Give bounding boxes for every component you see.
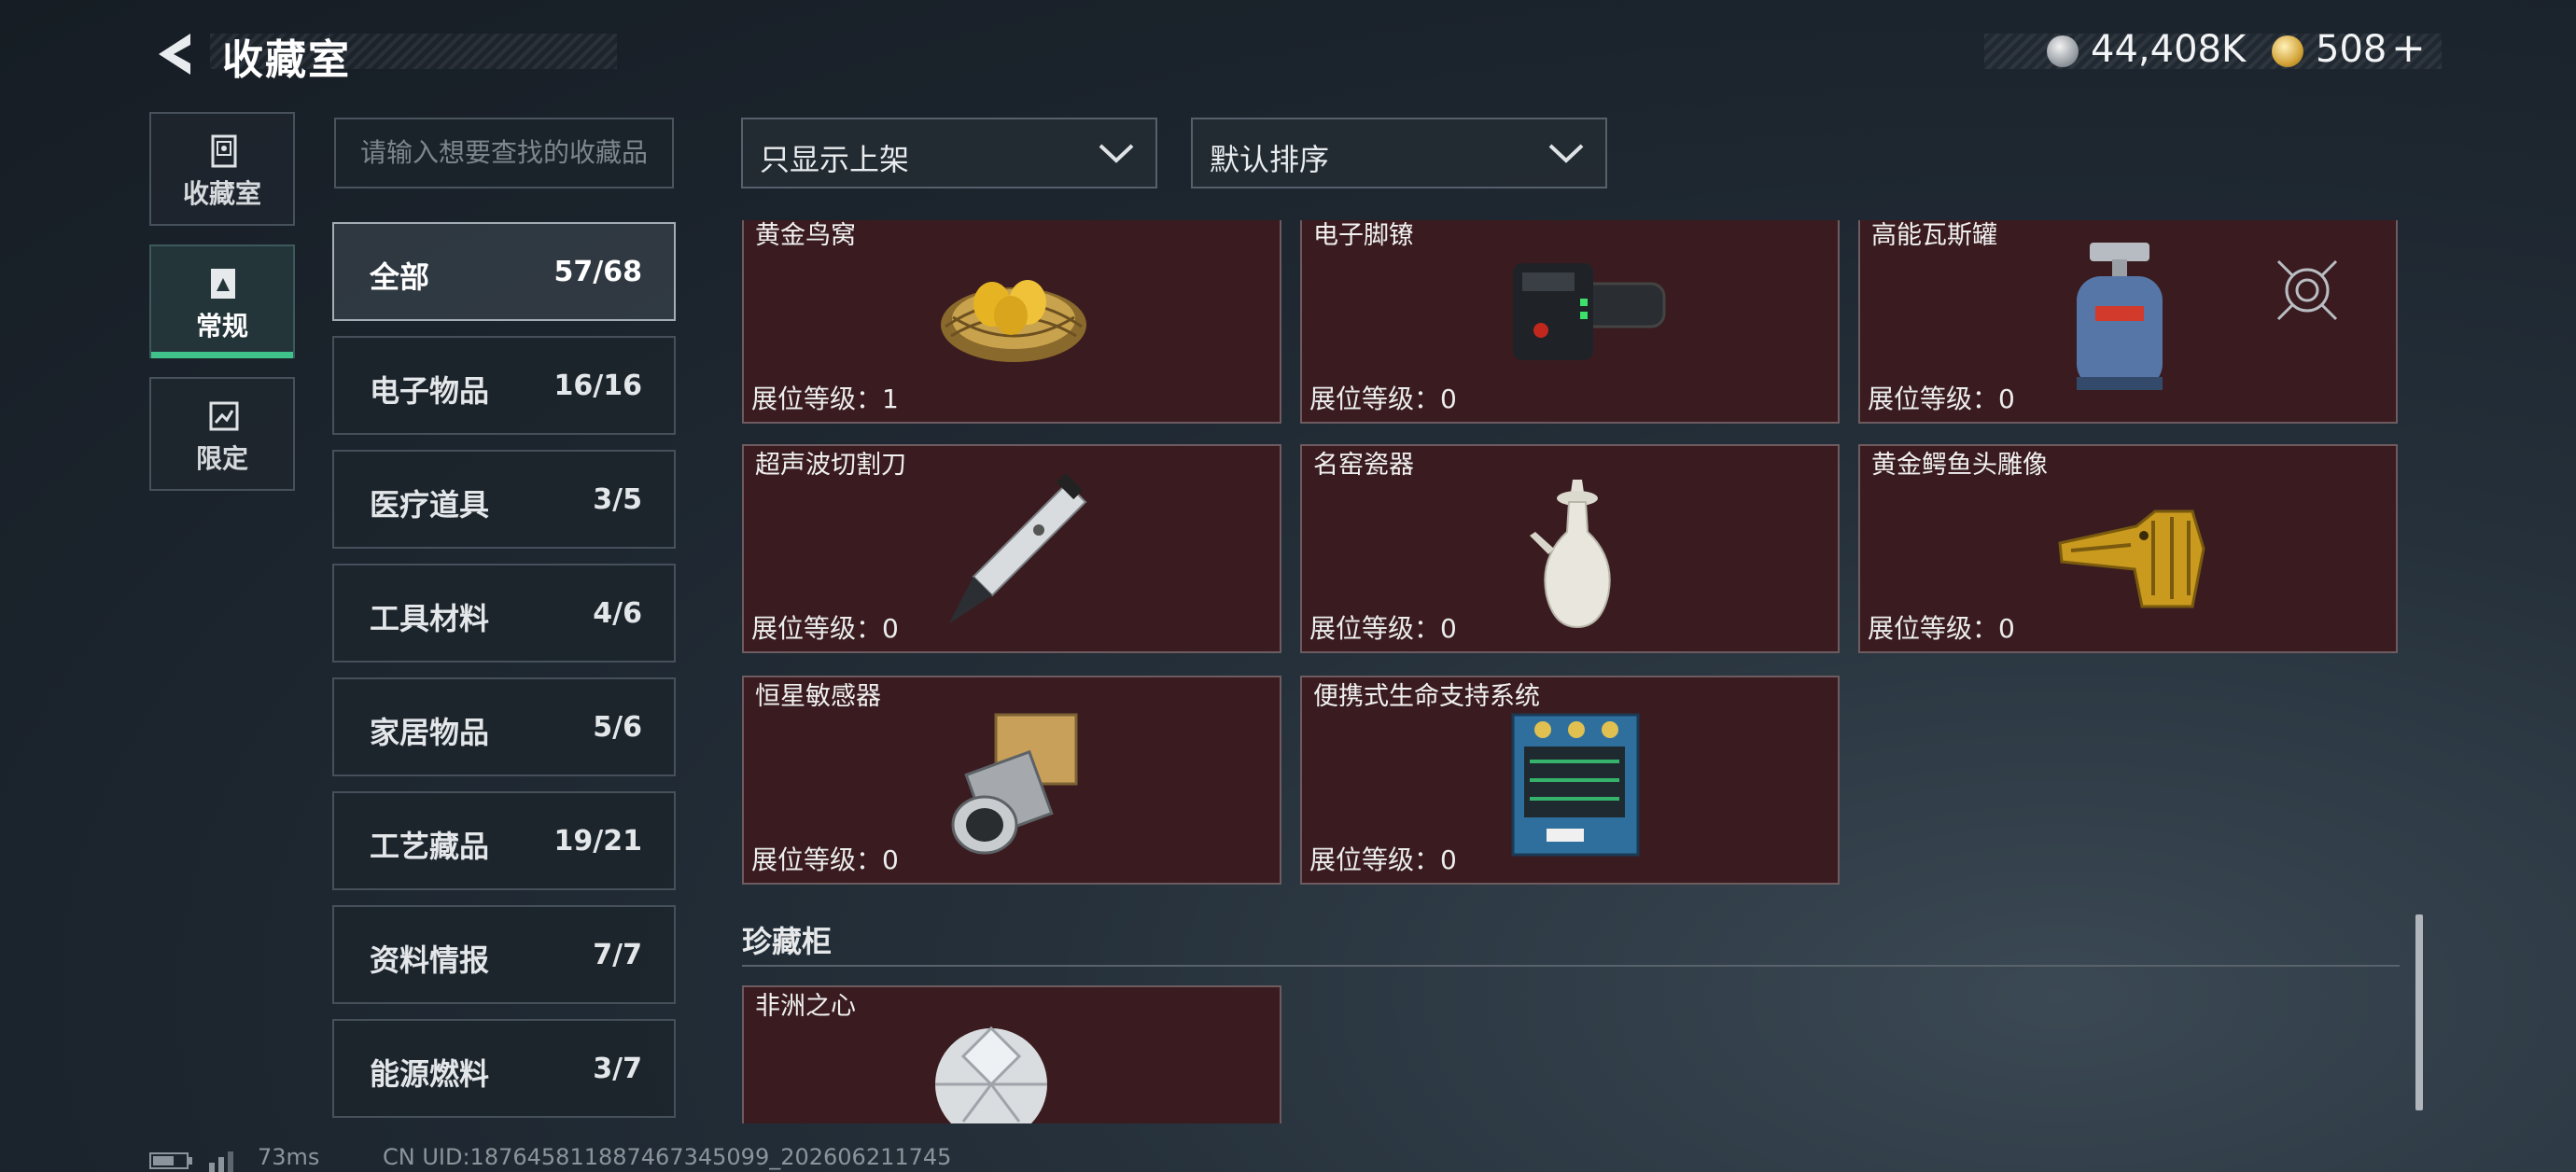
category-fuel[interactable]: 能源燃料 3/7	[332, 1019, 676, 1118]
sort-dropdown[interactable]: 默认排序	[1191, 118, 1607, 188]
category-crafts[interactable]: 工艺藏品 19/21	[332, 791, 676, 890]
item-card-gas-canister[interactable]: 高能瓦斯罐 展位等级：0	[1858, 220, 2398, 424]
nav-limited[interactable]: 限定	[149, 377, 295, 491]
category-name: 资料情报	[370, 942, 490, 978]
silver-balance: 44,408K	[2091, 28, 2247, 71]
item-card-life-support[interactable]: 便携式生命支持系统 展位等级：0	[1300, 676, 1840, 885]
ping-readout: 73ms	[258, 1144, 320, 1170]
item-card-porcelain[interactable]: 名窑瓷器 展位等级：0	[1300, 444, 1840, 653]
ultrasonic-cutter-image	[949, 474, 1087, 623]
gold-balance: 508	[2316, 28, 2387, 71]
sort-value: 默认排序	[1210, 142, 1330, 177]
booth-level: 展位等级：1	[751, 384, 899, 414]
gold-coin-icon	[2272, 35, 2303, 67]
nav-label: 常规	[195, 311, 248, 342]
category-name: 医疗道具	[370, 487, 490, 523]
category-count: 3/5	[593, 483, 642, 516]
category-household[interactable]: 家居物品 5/6	[332, 677, 676, 776]
page-title: 收藏室	[222, 36, 351, 84]
diamond-image	[935, 1026, 1047, 1123]
gas-canister-image	[2077, 243, 2163, 390]
item-card-golden-nest[interactable]: 黄金鸟窝 展位等级：1	[742, 220, 1281, 424]
battery-icon	[149, 1152, 192, 1169]
nav-collection[interactable]: 收藏室	[149, 112, 295, 226]
category-count: 3/7	[593, 1053, 642, 1085]
uid-readout: CN UID:187645811887467345099_20260621174…	[383, 1144, 952, 1170]
item-name: 非洲之心	[755, 992, 856, 1021]
section-divider	[742, 965, 2400, 967]
item-name: 恒星敏感器	[755, 682, 881, 711]
item-name: 电子脚镣	[1313, 221, 1414, 250]
item-card-heart-of-africa[interactable]: 非洲之心	[742, 985, 1281, 1123]
search-input[interactable]: 请输入想要查找的收藏品	[334, 118, 674, 188]
collection-icon	[211, 134, 237, 168]
item-card-ultrasonic-cutter[interactable]: 超声波切割刀 展位等级：0	[742, 444, 1281, 653]
category-all[interactable]: 全部 57/68	[332, 222, 676, 321]
chevron-down-icon	[1099, 144, 1134, 163]
chevron-left-icon[interactable]	[149, 28, 202, 80]
life-support-image	[1511, 713, 1640, 857]
category-intel[interactable]: 资料情报 7/7	[332, 905, 676, 1004]
add-currency-button[interactable]: +	[2391, 24, 2426, 72]
item-card-star-sensor[interactable]: 恒星敏感器 展位等级：0	[742, 676, 1281, 885]
silver-coin-icon	[2047, 35, 2079, 67]
category-count: 4/6	[593, 597, 642, 630]
golden-nest-image	[941, 280, 1086, 362]
booth-level: 展位等级：0	[1868, 613, 2015, 644]
collection-grid: 黄金鸟窝 展位等级：1 电子脚镣 展位等级：0 高能瓦斯罐 展位等级：0 超声波…	[742, 220, 2403, 1123]
booth-level: 展位等级：0	[751, 613, 899, 644]
porcelain-vase-image	[1530, 480, 1611, 629]
category-name: 家居物品	[370, 715, 490, 750]
nav-regular[interactable]: 常规	[149, 244, 295, 358]
item-name: 高能瓦斯罐	[1871, 221, 1997, 250]
item-name: 名窑瓷器	[1313, 451, 1414, 480]
chevron-down-icon	[1548, 144, 1584, 163]
nav-label: 收藏室	[182, 178, 261, 209]
category-count: 19/21	[553, 825, 642, 858]
treasure-section-title: 珍藏柜	[742, 924, 833, 959]
booth-level: 展位等级：0	[1309, 384, 1457, 414]
shelf-filter-value: 只显示上架	[760, 142, 910, 177]
category-name: 全部	[370, 259, 430, 295]
target-icon[interactable]	[2275, 258, 2340, 323]
item-name: 黄金鸟窝	[755, 221, 856, 250]
category-count: 5/6	[593, 711, 642, 744]
booth-level: 展位等级：0	[1309, 613, 1457, 644]
item-card-golden-crocodile[interactable]: 黄金鳄鱼头雕像 展位等级：0	[1858, 444, 2398, 653]
nav-label: 限定	[195, 443, 248, 474]
category-count: 16/16	[553, 370, 642, 402]
golden-crocodile-image	[2058, 509, 2205, 608]
category-name: 能源燃料	[370, 1056, 490, 1092]
star-sensor-image	[951, 713, 1078, 855]
ankle-monitor-image	[1513, 263, 1666, 360]
active-indicator	[151, 352, 293, 358]
category-name: 电子物品	[370, 373, 490, 409]
booth-level: 展位等级：0	[751, 844, 899, 875]
category-medical[interactable]: 医疗道具 3/5	[332, 450, 676, 549]
category-count: 57/68	[553, 256, 642, 288]
category-name: 工具材料	[370, 601, 490, 636]
category-count: 7/7	[593, 939, 642, 971]
signal-icon	[209, 1151, 233, 1172]
limited-icon	[209, 401, 239, 431]
shelf-filter-dropdown[interactable]: 只显示上架	[741, 118, 1157, 188]
category-tools[interactable]: 工具材料 4/6	[332, 564, 676, 663]
item-name: 超声波切割刀	[755, 451, 906, 480]
item-name: 黄金鳄鱼头雕像	[1871, 451, 2048, 480]
content-scrollbar[interactable]	[2415, 914, 2423, 1110]
booth-level: 展位等级：0	[1868, 384, 2015, 414]
regular-icon	[211, 269, 235, 299]
category-name: 工艺藏品	[370, 829, 490, 864]
booth-level: 展位等级：0	[1309, 844, 1457, 875]
category-electronics[interactable]: 电子物品 16/16	[332, 336, 676, 435]
item-card-ankle-monitor[interactable]: 电子脚镣 展位等级：0	[1300, 220, 1840, 424]
